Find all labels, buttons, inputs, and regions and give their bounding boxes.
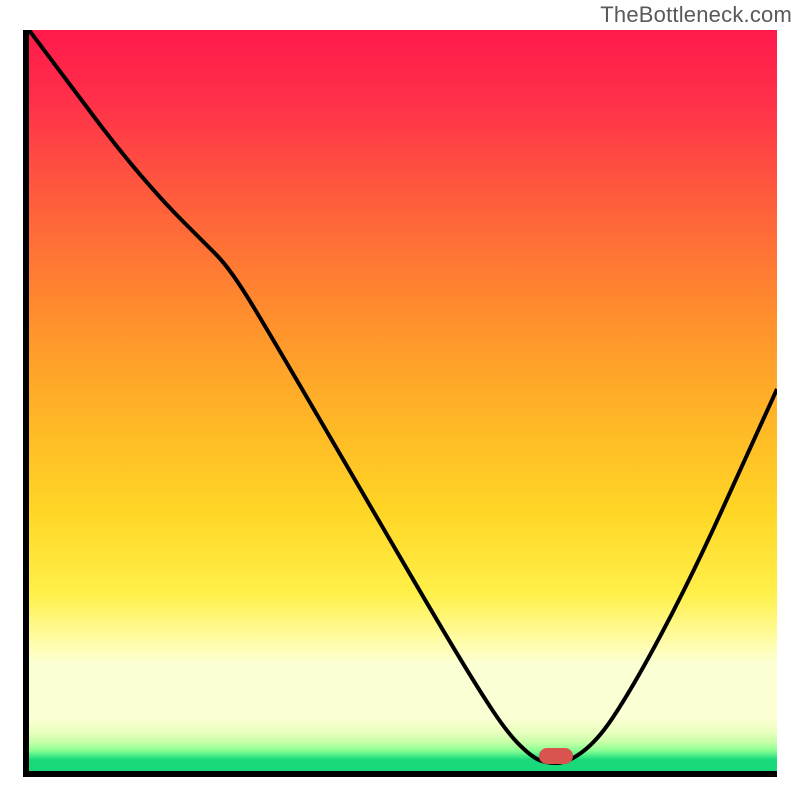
bottleneck-curve [29,30,777,777]
minimum-marker-pill [539,748,573,764]
watermark-text: TheBottleneck.com [600,2,792,28]
chart-area [23,30,777,777]
